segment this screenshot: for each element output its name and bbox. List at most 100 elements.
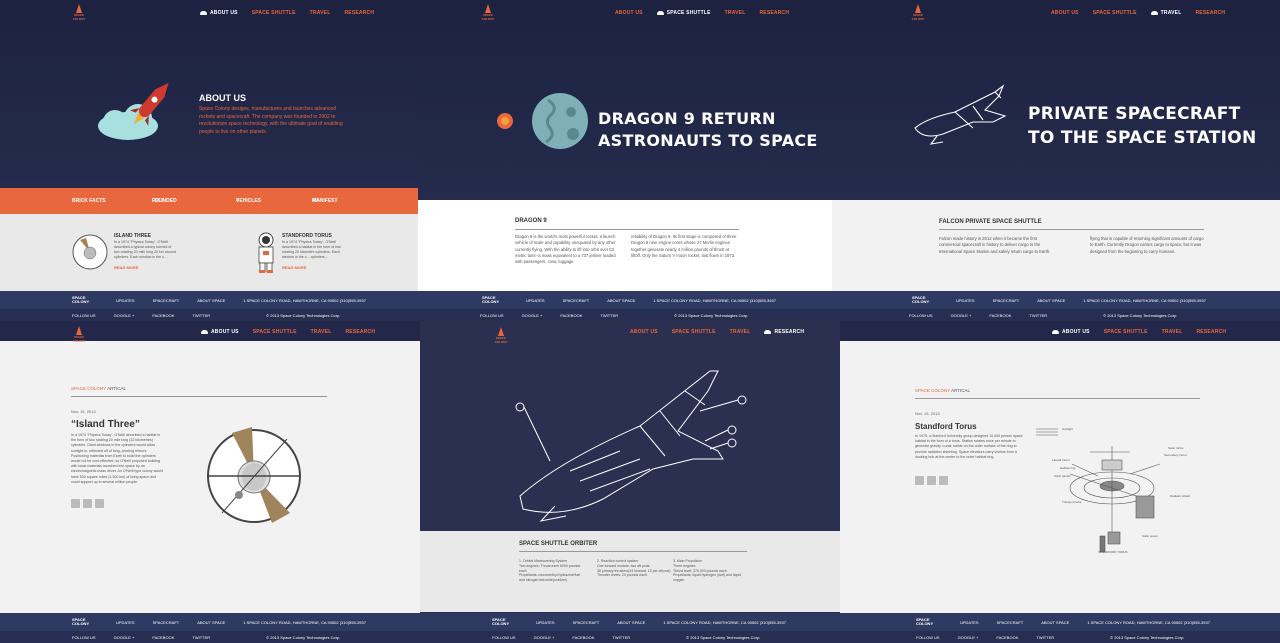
footer-google[interactable]: GOOGLE + bbox=[114, 635, 135, 640]
nav-travel[interactable]: TRAVEL bbox=[1150, 10, 1182, 16]
twitter-icon[interactable] bbox=[939, 476, 948, 485]
footer-spacecraft[interactable]: SPACECRAFT bbox=[563, 298, 590, 303]
nav-shuttle[interactable]: SPACE SHUTTLE bbox=[656, 10, 711, 16]
footer-spacecraft[interactable]: SPACECRAFT bbox=[997, 620, 1024, 625]
nav-research[interactable]: RESEARCH bbox=[344, 10, 374, 16]
standford-torus-diagram bbox=[1036, 428, 1161, 553]
nav-shuttle[interactable]: SPACE SHUTTLE bbox=[253, 329, 297, 335]
footer-about[interactable]: ABOUT SPACE bbox=[607, 298, 635, 303]
footer-google[interactable]: GOOGLE + bbox=[534, 635, 555, 640]
footer-social: FOLLOW US GOOGLE + FACEBOOK TWITTER © 20… bbox=[418, 309, 832, 321]
nav-travel[interactable]: TRAVEL bbox=[1162, 329, 1183, 335]
nav-about[interactable]: ABOUT US bbox=[630, 329, 658, 335]
footer-spacecraft[interactable]: SPACECRAFT bbox=[153, 298, 180, 303]
panel-dragon: SPACE COLONY ABOUT US SPACE SHUTTLE TRAVE… bbox=[418, 0, 832, 321]
footer-about[interactable]: ABOUT SPACE bbox=[197, 620, 225, 625]
footer-twitter[interactable]: TWITTER bbox=[600, 313, 618, 318]
footer-twitter[interactable]: TWITTER bbox=[1029, 313, 1047, 318]
footer-twitter[interactable]: TWITTER bbox=[192, 635, 210, 640]
footer-updates[interactable]: UPDATES bbox=[536, 620, 555, 625]
dragon-col1: Dragon 9 is the world's most powerful ro… bbox=[515, 234, 616, 265]
footer-social: FOLLOW US GOOGLE + FACEBOOK TWITTER © 20… bbox=[0, 631, 420, 643]
footer-google[interactable]: GOOGLE + bbox=[522, 313, 543, 318]
google-plus-icon[interactable] bbox=[83, 499, 92, 508]
nav-travel[interactable]: TRAVEL bbox=[311, 329, 332, 335]
footer-google[interactable]: GOOGLE + bbox=[114, 313, 135, 318]
nav-travel[interactable]: TRAVEL bbox=[725, 10, 746, 16]
vehicles-fact: VEHICLES 4 bbox=[236, 198, 262, 204]
nav-shuttle[interactable]: SPACE SHUTTLE bbox=[1104, 329, 1148, 335]
footer-follow: FOLLOW US bbox=[916, 634, 940, 640]
falcon-col2: flying that is capable of returning sign… bbox=[1090, 236, 1204, 254]
footer-spacecraft[interactable]: SPACECRAFT bbox=[993, 298, 1020, 303]
footer-links: SPACE COLONY UPDATES SPACECRAFT ABOUT SPA… bbox=[832, 291, 1280, 309]
footer-facebook[interactable]: FACEBOOK bbox=[572, 635, 594, 640]
footer-facebook[interactable]: FACEBOOK bbox=[152, 635, 174, 640]
logo[interactable]: SPACE COLONY bbox=[71, 4, 87, 24]
footer-twitter[interactable]: TWITTER bbox=[1036, 635, 1054, 640]
logo[interactable]: SPACE COLONY bbox=[71, 326, 87, 346]
footer-facebook[interactable]: FACEBOOK bbox=[152, 313, 174, 318]
nav-research[interactable]: RESEARCH bbox=[1196, 329, 1226, 335]
footer-updates[interactable]: UPDATES bbox=[960, 620, 979, 625]
facebook-icon[interactable] bbox=[71, 499, 80, 508]
logo[interactable]: SPACE COLONY bbox=[910, 4, 926, 24]
nav-research[interactable]: RESEARCH bbox=[759, 10, 789, 16]
footer-about[interactable]: ABOUT SPACE bbox=[617, 620, 645, 625]
diagram-label-solar-mirror: Solar mirror bbox=[1168, 446, 1184, 450]
footer-address: 1 SPACE COLONY ROAD, HAWTHORNE, CA 90502… bbox=[1087, 619, 1210, 625]
footer-links: SPACE COLONY UPDATES SPACECRAFT ABOUT SPA… bbox=[420, 613, 840, 631]
nav-about[interactable]: ABOUT US bbox=[615, 10, 643, 16]
footer-about[interactable]: ABOUT SPACE bbox=[197, 298, 225, 303]
nav-about[interactable]: ABOUT US bbox=[200, 10, 238, 16]
nav-research[interactable]: RESEARCH bbox=[1195, 10, 1225, 16]
footer-updates[interactable]: UPDATES bbox=[956, 298, 975, 303]
footer-spacecraft[interactable]: SPACECRAFT bbox=[573, 620, 600, 625]
island-three-illustration bbox=[207, 427, 301, 523]
nav-about[interactable]: ABOUT US bbox=[1052, 329, 1090, 335]
logo[interactable]: SPACE COLONY bbox=[480, 4, 496, 24]
dragon-col2: reliability of Dragon 9. Its first stage… bbox=[631, 234, 737, 258]
read-more-link[interactable]: READ MORE bbox=[282, 265, 306, 270]
nav-shuttle[interactable]: SPACE SHUTTLE bbox=[252, 10, 296, 16]
panel-shuttle-orbiter: SPACE COLONY ABOUT US SPACE SHUTTLE TRAVE… bbox=[420, 321, 840, 643]
nav-about[interactable]: ABOUT US bbox=[201, 329, 239, 335]
nav-shuttle[interactable]: SPACE SHUTTLE bbox=[672, 329, 716, 335]
read-more-link[interactable]: READ MORE bbox=[114, 265, 138, 270]
google-plus-icon[interactable] bbox=[927, 476, 936, 485]
footer-about[interactable]: ABOUT SPACE bbox=[1041, 620, 1069, 625]
footer-updates[interactable]: UPDATES bbox=[116, 298, 135, 303]
footer-twitter[interactable]: TWITTER bbox=[192, 313, 210, 318]
vehicle-title[interactable]: ISLAND THREE bbox=[114, 233, 151, 239]
footer-spacecraft[interactable]: SPACECRAFT bbox=[153, 620, 180, 625]
footer-about[interactable]: ABOUT SPACE bbox=[1037, 298, 1065, 303]
footer-follow: FOLLOW US bbox=[909, 312, 933, 318]
nav-research[interactable]: RESEARCH bbox=[345, 329, 375, 335]
footer-twitter[interactable]: TWITTER bbox=[612, 635, 630, 640]
footer-social: FOLLOW US GOOGLE + FACEBOOK TWITTER © 20… bbox=[0, 309, 418, 321]
diagram-label-lateral-mirror: Lateral mirror bbox=[1052, 458, 1070, 462]
nav-travel[interactable]: TRAVEL bbox=[310, 10, 331, 16]
nav-travel[interactable]: TRAVEL bbox=[730, 329, 751, 335]
nav-about[interactable]: ABOUT US bbox=[1051, 10, 1079, 16]
twitter-icon[interactable] bbox=[95, 499, 104, 508]
footer-updates[interactable]: UPDATES bbox=[116, 620, 135, 625]
nav-research[interactable]: RESEARCH bbox=[764, 329, 804, 335]
footer-facebook[interactable]: FACEBOOK bbox=[989, 313, 1011, 318]
rocket-logo-icon bbox=[915, 4, 921, 13]
breadcrumb[interactable]: SPACE COLONY ARTICAL bbox=[915, 388, 970, 393]
logo[interactable]: SPACE COLONY bbox=[493, 327, 509, 347]
footer-google[interactable]: GOOGLE + bbox=[958, 635, 979, 640]
breadcrumb[interactable]: SPACE COLONY ARTICAL bbox=[71, 386, 126, 391]
footer-facebook[interactable]: FACEBOOK bbox=[996, 635, 1018, 640]
breadcrumb-divider bbox=[915, 398, 1200, 399]
nav-shuttle[interactable]: SPACE SHUTTLE bbox=[1093, 10, 1137, 16]
footer-updates[interactable]: UPDATES bbox=[526, 298, 545, 303]
footer-address: 1 SPACE COLONY ROAD, HAWTHORNE, CA 90502… bbox=[243, 297, 366, 303]
vehicle-title[interactable]: STANDFORD TORUS bbox=[282, 233, 332, 239]
facebook-icon[interactable] bbox=[915, 476, 924, 485]
footer-google[interactable]: GOOGLE + bbox=[951, 313, 972, 318]
astronaut-thumb-icon bbox=[258, 232, 274, 273]
vehicles-list: ISLAND THREE In a 1974 "Physics Today", … bbox=[0, 214, 418, 291]
footer-facebook[interactable]: FACEBOOK bbox=[560, 313, 582, 318]
